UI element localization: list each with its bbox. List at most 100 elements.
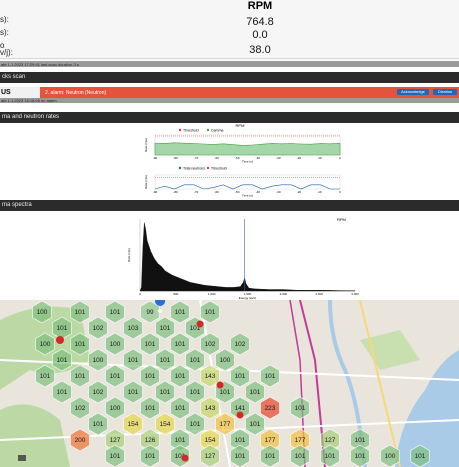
legend-label: Gamma bbox=[211, 128, 224, 132]
hex-cell-label: 127 bbox=[205, 453, 216, 460]
hex-cell-label: 141 bbox=[235, 405, 246, 412]
spectrum-chart: RPM0 500 1,000 1,500 2,000 2,500 3,000Energy (… bbox=[127, 217, 359, 300]
hex-cell-label: 101 bbox=[75, 341, 86, 348]
hex-cell-label: 101 bbox=[220, 389, 231, 396]
location-pin-icon[interactable] bbox=[236, 411, 244, 419]
hex-cell-label: 127 bbox=[325, 437, 336, 444]
hex-cell-label: 100 bbox=[220, 357, 231, 364]
hex-cell-label: 99 bbox=[146, 309, 154, 316]
row-label: s): bbox=[0, 15, 9, 24]
x-tick-label: -40 bbox=[256, 190, 261, 194]
hex-cell-label: 127 bbox=[110, 437, 121, 444]
chart-title: RPM bbox=[236, 123, 245, 128]
location-pin-icon[interactable] bbox=[56, 336, 64, 344]
x-tick-label: 2,000 bbox=[280, 292, 288, 296]
series-line bbox=[154, 184, 340, 190]
hex-cell-label: 143 bbox=[205, 405, 216, 412]
location-pin-icon[interactable] bbox=[196, 320, 204, 328]
x-tick-label: -60 bbox=[214, 190, 219, 194]
chart-title: RPM bbox=[337, 217, 346, 222]
alarm-text: 2. alarm: Neutron (Neutron) bbox=[45, 90, 107, 96]
hex-cell-label: 154 bbox=[128, 421, 139, 428]
acknowledge-button[interactable]: Acknowledge bbox=[397, 89, 429, 95]
alarm-status-cell: US bbox=[0, 87, 40, 98]
legend-label: Threshold bbox=[183, 128, 199, 132]
hex-cell-label: 101 bbox=[265, 373, 276, 380]
location-pin-icon[interactable] bbox=[181, 454, 189, 462]
hex-cell-label: 101 bbox=[235, 373, 246, 380]
x-tick-label: 1,000 bbox=[208, 292, 216, 296]
x-tick-label: -40 bbox=[256, 156, 261, 160]
hex-cell-label: 101 bbox=[355, 453, 366, 460]
hex-cell-label: 101 bbox=[57, 389, 68, 396]
hex-cell-label: 100 bbox=[93, 357, 104, 364]
hex-cell-label: 101 bbox=[75, 309, 86, 316]
hex-cell-label: 101 bbox=[355, 437, 366, 444]
hex-cell-label: 101 bbox=[145, 341, 156, 348]
section-title: ma spectra bbox=[2, 202, 32, 208]
section-title: cks scan bbox=[2, 74, 26, 80]
hex-cell-label: 177 bbox=[295, 437, 306, 444]
hex-cell-label: 101 bbox=[295, 405, 306, 412]
x-tick-label: 500 bbox=[173, 292, 178, 296]
y-axis-label: Rate (cps) bbox=[144, 138, 148, 152]
x-tick-label: -70 bbox=[194, 156, 199, 160]
footer-note: ate 1.1.2023 17:29:41 last scan duration… bbox=[1, 62, 79, 67]
hex-cell-label: 102 bbox=[205, 341, 216, 348]
legend-marker bbox=[206, 166, 210, 170]
hex-cell-label: 101 bbox=[250, 389, 261, 396]
alarm-row: US 2. alarm: Neutron (Neutron) Acknowled… bbox=[0, 87, 459, 98]
rates-chart: RPM Threshold Gamma Rate (cps) -90 -80 -70 -60 -… bbox=[144, 123, 341, 198]
hex-cell-label: 101 bbox=[235, 453, 246, 460]
hex-cell-label: 100 bbox=[385, 453, 396, 460]
x-tick-label: -30 bbox=[276, 156, 281, 160]
hex-cell-label: 101 bbox=[415, 453, 426, 460]
section-header: ma and neutron rates bbox=[0, 112, 459, 123]
hex-cell-label: 177 bbox=[265, 437, 276, 444]
hex-cell-label: 154 bbox=[160, 421, 171, 428]
hex-cell-label: 100 bbox=[37, 309, 48, 316]
hex-cell-label: 101 bbox=[205, 309, 216, 316]
hex-cell-label: 101 bbox=[57, 325, 68, 332]
legend-marker bbox=[178, 128, 182, 132]
hex-cell-label: 101 bbox=[265, 453, 276, 460]
hex-cell-label: 101 bbox=[175, 373, 186, 380]
hex-cell-label: 100 bbox=[110, 341, 121, 348]
hex-cell-label: 154 bbox=[205, 437, 216, 444]
section-title: ma and neutron rates bbox=[2, 114, 60, 120]
x-axis-label: Time (s) bbox=[242, 194, 253, 198]
x-tick-label: -90 bbox=[153, 156, 158, 160]
hex-cell-label: 101 bbox=[57, 357, 68, 364]
radiation-map[interactable]: 100 101 101 99 101 101 101 102 103 101 101 100 101 10… bbox=[0, 300, 459, 467]
hex-cell-label: 101 bbox=[190, 389, 201, 396]
section-header: cks scan bbox=[0, 72, 459, 83]
hex-cell-label: 101 bbox=[145, 373, 156, 380]
hex-cell-label: 143 bbox=[205, 373, 216, 380]
y-axis-label: Rate (cps) bbox=[144, 175, 148, 189]
hex-cell-label: 101 bbox=[190, 421, 201, 428]
row-value: 38.0 bbox=[249, 44, 271, 56]
footer-note: ate 1.1.2023 16:18:00 on alarm bbox=[1, 98, 57, 103]
hex-cell-label: 101 bbox=[190, 357, 201, 364]
hex-cell-label: 100 bbox=[40, 341, 51, 348]
hex-cell-label: 101 bbox=[295, 453, 306, 460]
hex-cell-label: 101 bbox=[128, 389, 139, 396]
hex-cell-label: 102 bbox=[75, 405, 86, 412]
hex-cell-label: 101 bbox=[235, 437, 246, 444]
hex-cell-label: 101 bbox=[175, 341, 186, 348]
camera-icon[interactable] bbox=[18, 455, 26, 461]
dismiss-button[interactable]: Dismiss bbox=[433, 89, 457, 95]
spectrum-area bbox=[139, 222, 356, 292]
table-row: o v/j): 38.0 bbox=[0, 40, 459, 59]
y-axis-label: Rate (cps) bbox=[127, 248, 131, 262]
hex-cell-label: 101 bbox=[110, 453, 121, 460]
legend-marker bbox=[178, 166, 182, 170]
x-tick-label: 0 bbox=[339, 156, 341, 160]
x-tick-label: -70 bbox=[194, 190, 199, 194]
hex-cell-label: 100 bbox=[110, 405, 121, 412]
plot-area bbox=[154, 174, 341, 190]
hex-cell-label: 101 bbox=[145, 453, 156, 460]
row-label: s): bbox=[0, 28, 9, 37]
location-pin-icon[interactable] bbox=[216, 381, 224, 389]
hex-cell-label: 101 bbox=[250, 421, 261, 428]
